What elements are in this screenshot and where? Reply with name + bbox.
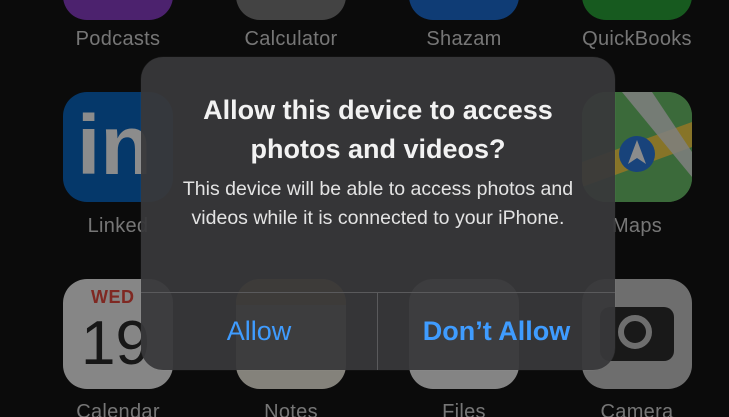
access-permission-alert: Allow this device to access photos and v…: [141, 57, 615, 370]
alert-message: This device will be able to access photo…: [182, 178, 574, 229]
dont-allow-button[interactable]: Don’t Allow: [378, 293, 615, 370]
allow-button[interactable]: Allow: [141, 293, 377, 370]
alert-title: Allow this device to access photos and v…: [203, 95, 553, 164]
